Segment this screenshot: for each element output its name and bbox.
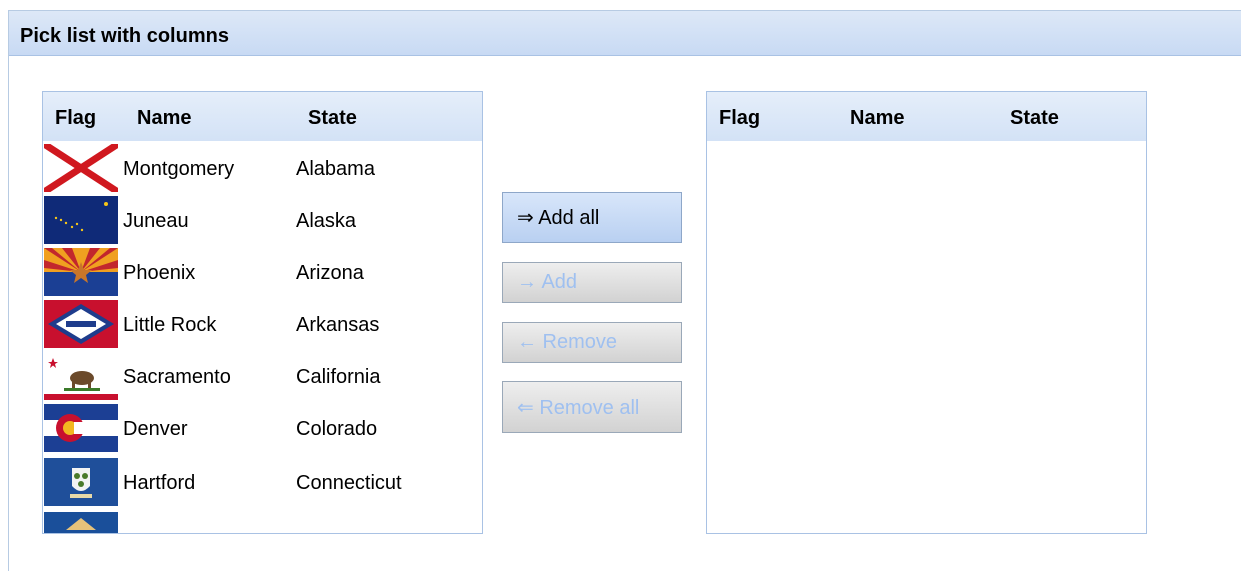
list-item[interactable]: Denver Colorado [43,402,482,454]
row-state: Alabama [296,158,375,180]
list-item[interactable] [43,510,482,533]
row-state: Arkansas [296,314,380,336]
california-flag-icon [44,352,118,400]
target-list-header: Flag Name State [707,92,1146,141]
alaska-flag-icon [44,196,118,244]
row-name: Little Rock [123,314,217,336]
list-item[interactable]: Little Rock Arkansas [43,298,482,350]
row-name: Sacramento [123,366,231,388]
column-header-name: Name [137,107,192,129]
row-state: Alaska [296,210,357,232]
row-name: Phoenix [123,262,196,284]
add-all-button[interactable]: ⇒ Add all [502,192,682,243]
add-button[interactable]: → Add [502,262,682,303]
colorado-flag-icon [44,404,118,452]
column-header-state: State [1010,107,1059,129]
column-header-name: Name [850,107,905,129]
row-name: Juneau [123,210,189,232]
row-name: Denver [123,418,188,440]
row-state: Connecticut [296,472,402,494]
row-state: Colorado [296,418,378,440]
remove-all-button[interactable]: ⇐ Remove all [502,381,682,433]
row-state: Arizona [296,262,364,284]
connecticut-flag-icon [44,458,118,506]
panel-title: Pick list with columns [20,25,229,47]
row-name: Hartford [123,472,196,494]
list-item[interactable]: Hartford Connecticut [43,456,482,508]
column-header-state: State [308,107,357,129]
list-item[interactable]: Montgomery Alabama [43,142,482,194]
list-item[interactable]: Sacramento California [43,350,482,402]
source-list[interactable]: Flag Name State Montgomery Alabama Junea… [42,91,483,534]
row-name: Montgomery [123,158,235,180]
source-list-header: Flag Name State [43,92,482,141]
picklist-panel: Pick list with columns Flag Name State M… [8,10,1241,571]
remove-button[interactable]: ← Remove [502,322,682,363]
arkansas-flag-icon [44,300,118,348]
column-header-flag: Flag [719,107,761,129]
list-item[interactable]: Phoenix Arizona [43,246,482,298]
column-header-flag: Flag [55,107,97,129]
target-list[interactable]: Flag Name State [706,91,1147,534]
arizona-flag-icon [44,248,118,296]
panel-header: Pick list with columns [9,11,1241,56]
delaware-flag-icon [44,512,118,533]
list-item[interactable]: Juneau Alaska [43,194,482,246]
row-state: California [296,366,381,388]
alabama-flag-icon [44,144,118,192]
